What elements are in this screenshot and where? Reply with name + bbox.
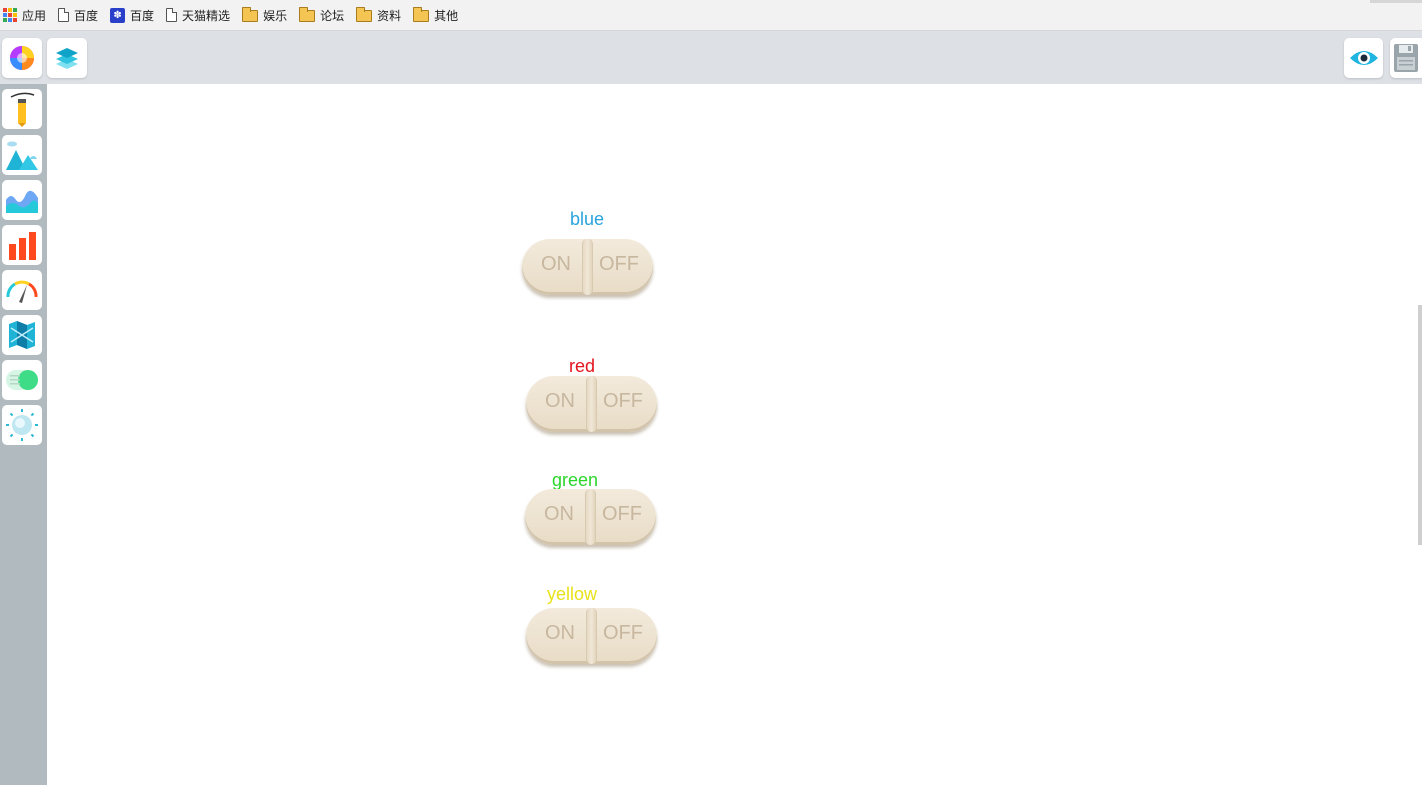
bookmark-tmall[interactable]: 天猫精选 [166, 0, 230, 31]
color-wheel-icon [10, 46, 34, 70]
design-canvas[interactable] [47, 84, 1422, 785]
bookmark-label: 百度 [74, 8, 99, 23]
toggle-switch-icon [6, 370, 38, 390]
bookmark-label: 其他 [434, 8, 459, 23]
bookmark-folder-resources[interactable]: 资料 [356, 0, 401, 31]
toggle-switch-green[interactable]: ON OFF [525, 489, 656, 545]
preview-button[interactable] [1344, 38, 1383, 78]
bookmark-baidu-1[interactable]: 百度 [58, 0, 98, 31]
left-sidebar [0, 84, 47, 785]
folder-icon [356, 7, 373, 22]
top-toolbar [0, 31, 1422, 84]
landscape-image-icon [6, 141, 38, 170]
layers-icon [56, 48, 78, 69]
bookmark-folder-forum[interactable]: 论坛 [299, 0, 344, 31]
apps-grid-icon [3, 8, 17, 22]
save-button[interactable] [1390, 38, 1422, 78]
switch-off-text: OFF [603, 390, 643, 412]
switch-off-text: OFF [602, 503, 642, 525]
pen-tool-button[interactable] [2, 89, 42, 129]
map-button[interactable] [2, 315, 42, 355]
bookmark-label: 天猫精选 [182, 8, 231, 23]
switch-label-yellow: yellow [546, 584, 598, 604]
bookmark-label: 资料 [377, 8, 402, 23]
switch-on-text: ON [545, 390, 575, 412]
map-icon [9, 321, 35, 349]
gauge-icon [6, 280, 38, 303]
switch-label-blue: blue [569, 209, 605, 229]
folder-icon [299, 7, 316, 22]
bookmark-apps[interactable]: 应用 [3, 0, 46, 31]
folder-icon [242, 7, 259, 22]
switch-on-text: ON [544, 503, 574, 525]
switch-on-text: ON [545, 622, 575, 644]
folder-icon [413, 7, 430, 22]
switch-label-green: green [551, 470, 599, 490]
pen-tool-icon [10, 92, 35, 127]
page-icon [166, 8, 178, 22]
save-disk-icon [1394, 44, 1418, 72]
area-chart-icon [6, 190, 38, 213]
bookmark-label: 论坛 [320, 8, 345, 23]
vertical-scrollbar[interactable] [1418, 305, 1422, 545]
toggle-switch-blue[interactable]: ON OFF [522, 239, 653, 295]
image-tool-button[interactable] [2, 135, 42, 175]
bookmark-label: 百度 [130, 8, 155, 23]
switch-tool-button[interactable] [2, 360, 42, 400]
switch-knob[interactable] [586, 608, 597, 664]
bookmarks-bar: 应用 百度 ✽ 百度 天猫精选 娱乐 论坛 资料 其他 [0, 0, 1422, 31]
baidu-paw-icon: ✽ [110, 7, 126, 23]
bookmarks-edge [1370, 0, 1422, 3]
page-icon [58, 8, 70, 22]
toggle-switch-yellow[interactable]: ON OFF [526, 608, 657, 664]
switch-knob[interactable] [582, 239, 593, 295]
switch-knob[interactable] [585, 489, 596, 545]
sun-light-icon [6, 409, 38, 441]
switch-knob[interactable] [586, 376, 597, 432]
switch-on-text: ON [541, 253, 571, 275]
bookmark-label: 应用 [22, 8, 47, 23]
gauge-button[interactable] [2, 270, 42, 310]
light-tool-button[interactable] [2, 405, 42, 445]
bar-chart-button[interactable] [2, 225, 42, 265]
switch-off-text: OFF [603, 622, 643, 644]
eye-preview-icon [1349, 51, 1378, 65]
bookmark-folder-other[interactable]: 其他 [413, 0, 458, 31]
bookmark-label: 娱乐 [263, 8, 288, 23]
switch-off-text: OFF [599, 253, 639, 275]
area-chart-button[interactable] [2, 180, 42, 220]
toggle-switch-red[interactable]: ON OFF [526, 376, 657, 432]
bookmark-folder-entertainment[interactable]: 娱乐 [242, 0, 287, 31]
bar-chart-icon [9, 232, 36, 260]
layers-button[interactable] [47, 38, 87, 78]
switch-label-red: red [568, 356, 595, 376]
bookmark-baidu-2[interactable]: ✽ 百度 [110, 0, 154, 31]
color-picker-button[interactable] [2, 38, 42, 78]
